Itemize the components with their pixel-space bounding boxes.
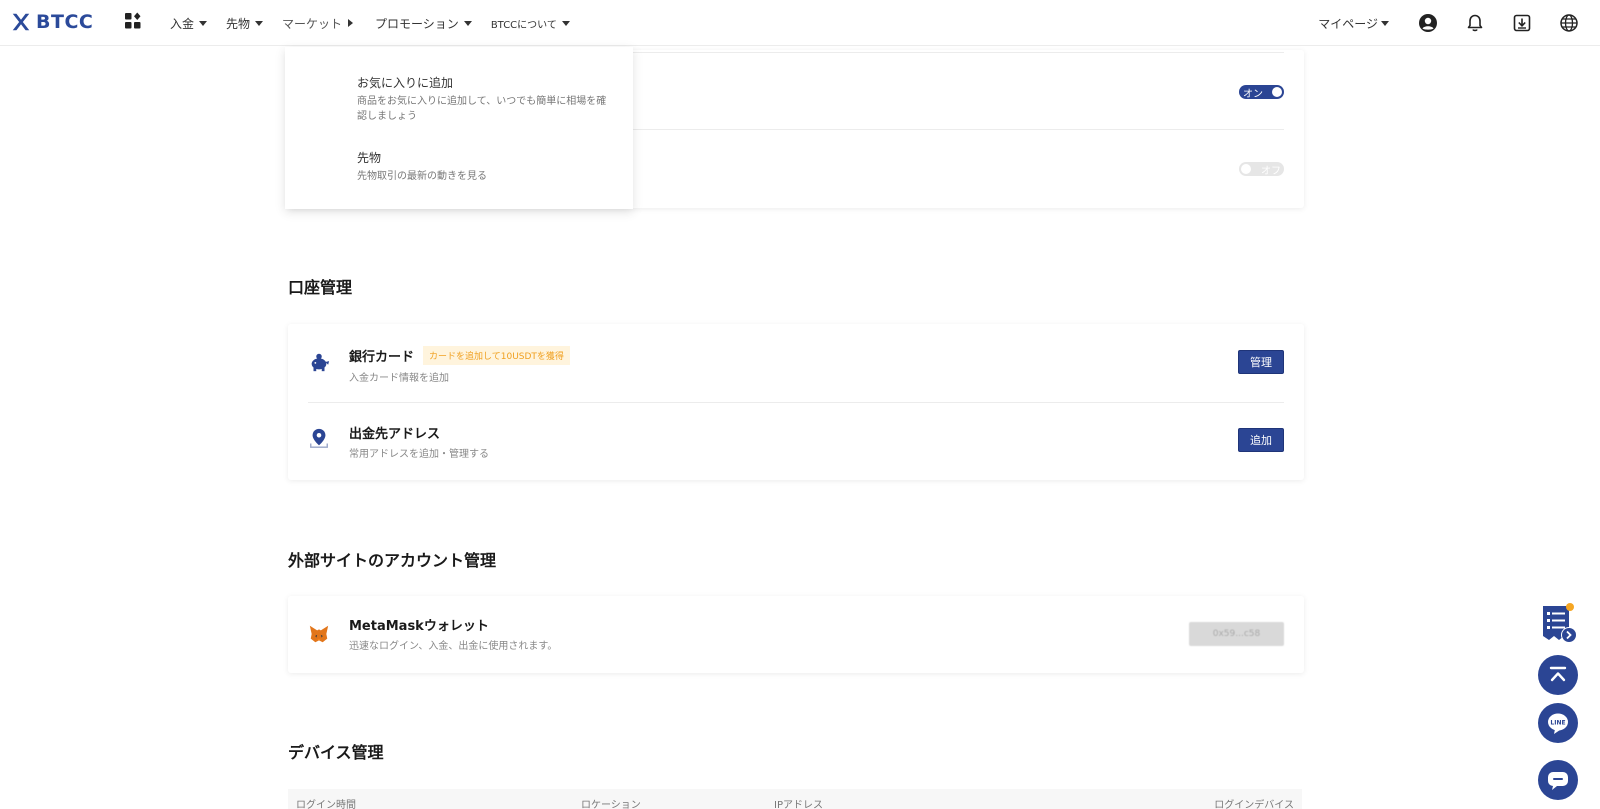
- bank-card-desc: 入金カード情報を追加: [349, 373, 449, 384]
- add-address-button[interactable]: 追加: [1238, 428, 1284, 452]
- metamask-address-button[interactable]: 0x59...c58: [1189, 622, 1284, 646]
- withdraw-address-desc: 常用アドレスを追加・管理する: [349, 449, 489, 460]
- chevron-down-icon: [463, 20, 472, 26]
- metamask-fox-icon: [309, 625, 329, 643]
- favorites-toggle[interactable]: オン: [1239, 85, 1284, 100]
- withdraw-address-row: 出金先アドレス 常用アドレスを追加・管理する 追加: [288, 402, 1304, 480]
- col-login-device: ログインデバイス: [1214, 800, 1294, 809]
- main-nav: 入金 先物 マーケット プロモーション BTCCについて: [170, 0, 589, 46]
- task-list-icon: [1543, 603, 1577, 643]
- market-dropdown-menu: お気に入りに追加 商品をお気に入りに追加して、いつでも簡単に相場を確認しましょう…: [285, 47, 633, 209]
- account-management-card: 銀行カード カードを追加して10USDTを獲得 入金カード情報を追加 管理 出金…: [288, 324, 1304, 480]
- line-icon: LINE: [1548, 713, 1568, 734]
- support-chat-button[interactable]: [1538, 760, 1578, 800]
- dropdown-item-futures[interactable]: 先物 先物取引の最新の動きを見る: [357, 149, 607, 184]
- nav-market-label: マーケット: [282, 16, 343, 31]
- chevron-down-icon: [199, 20, 208, 26]
- chevron-down-icon: [561, 20, 570, 26]
- chevron-right-icon: [348, 19, 354, 27]
- header-tools: マイページ: [1318, 0, 1600, 46]
- toggle-off-label: オフ: [1261, 165, 1281, 177]
- line-chat-button[interactable]: LINE: [1538, 703, 1578, 743]
- promo-tag: カードを追加して10USDTを獲得: [423, 346, 570, 365]
- toggle-knob: [1272, 87, 1282, 97]
- bell-icon[interactable]: [1464, 12, 1486, 34]
- piggy-bank-icon: [311, 353, 330, 372]
- nav-deposit-label: 入金: [170, 16, 195, 31]
- download-icon[interactable]: [1511, 12, 1533, 34]
- nav-deposit[interactable]: 入金: [170, 15, 208, 32]
- nav-market[interactable]: マーケット: [282, 15, 354, 32]
- toggle-on-label: オン: [1243, 88, 1263, 100]
- manage-bank-card-button[interactable]: 管理: [1238, 350, 1284, 374]
- top-navigation-bar: BTCC 入金 先物 マーケット プロモーション BTCCについて マイページ: [0, 0, 1600, 46]
- nav-about-label: BTCCについて: [490, 19, 557, 31]
- nav-futures-label: 先物: [226, 16, 251, 31]
- task-center-widget[interactable]: [1539, 600, 1579, 646]
- futures-toggle[interactable]: オフ: [1239, 162, 1284, 177]
- account-management-title: 口座管理: [288, 278, 353, 297]
- dropdown-item-title: 先物: [357, 151, 382, 165]
- globe-icon[interactable]: [1558, 12, 1580, 34]
- svg-text:LINE: LINE: [1550, 720, 1565, 727]
- col-login-time: ログイン時間: [296, 800, 356, 809]
- metamask-title: MetaMaskウォレット: [349, 619, 489, 634]
- col-location: ロケーション: [581, 800, 641, 809]
- btcc-logo-icon: [12, 13, 30, 31]
- nav-futures[interactable]: 先物: [226, 15, 264, 32]
- chat-bubble-icon: [1548, 772, 1568, 790]
- nav-about[interactable]: BTCCについて: [491, 16, 570, 31]
- mypage-label: マイページ: [1318, 16, 1378, 31]
- metamask-desc: 迅速なログイン、入金、出金に使用されます。: [349, 641, 558, 652]
- chevron-down-icon: [255, 20, 264, 26]
- nav-promotion[interactable]: プロモーション: [375, 15, 472, 32]
- external-accounts-title: 外部サイトのアカウント管理: [288, 551, 497, 570]
- bank-card-title: 銀行カード: [349, 350, 415, 365]
- chevron-down-icon: [1381, 20, 1389, 26]
- arrow-up-icon: [1549, 666, 1567, 682]
- bank-card-title-wrap: 銀行カード カードを追加して10USDTを獲得: [349, 346, 570, 365]
- mypage-menu[interactable]: マイページ: [1318, 15, 1389, 32]
- withdraw-address-title: 出金先アドレス: [349, 427, 441, 442]
- col-ip-address: IPアドレス: [774, 800, 823, 809]
- logo-text: BTCC: [36, 11, 94, 33]
- dropdown-item-desc: 商品をお気に入りに追加して、いつでも簡単に相場を確認しましょう: [357, 96, 607, 122]
- external-accounts-card: MetaMaskウォレット 迅速なログイン、入金、出金に使用されます。 0x59…: [288, 596, 1304, 673]
- btcc-logo[interactable]: BTCC: [10, 11, 93, 33]
- dropdown-item-favorites[interactable]: お気に入りに追加 商品をお気に入りに追加して、いつでも簡単に相場を確認しましょう: [357, 74, 607, 124]
- bank-card-row: 銀行カード カードを追加して10USDTを獲得 入金カード情報を追加 管理: [288, 324, 1304, 402]
- device-table-header: ログイン時間 ロケーション IPアドレス ログインデバイス: [288, 789, 1302, 809]
- user-icon[interactable]: [1417, 12, 1439, 34]
- dropdown-item-desc: 先物取引の最新の動きを見る: [357, 171, 487, 182]
- location-pin-icon: [310, 428, 328, 448]
- nav-promotion-label: プロモーション: [375, 16, 459, 31]
- apps-icon[interactable]: [124, 12, 142, 30]
- device-management-title: デバイス管理: [288, 743, 384, 762]
- dropdown-item-title: お気に入りに追加: [357, 76, 454, 90]
- back-to-top-button[interactable]: [1538, 655, 1578, 695]
- toggle-knob: [1241, 164, 1251, 174]
